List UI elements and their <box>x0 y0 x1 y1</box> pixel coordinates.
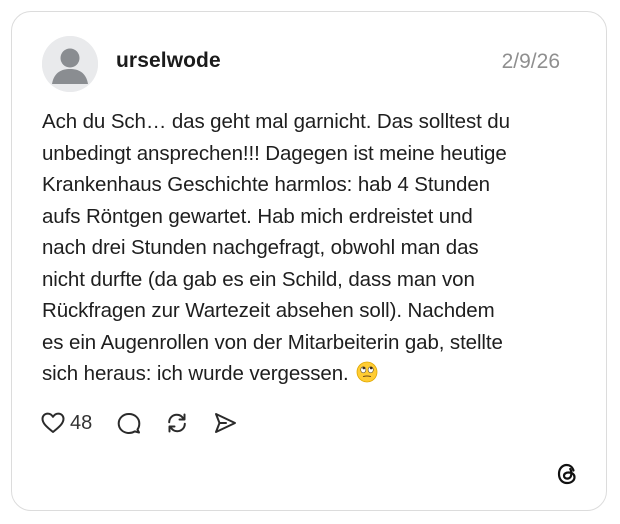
avatar[interactable] <box>42 36 98 92</box>
post-card: urselwode 2/9/26 Ach du Sch… das geht ma… <box>11 11 607 511</box>
heart-icon <box>40 410 66 436</box>
post-date: 2/9/26 <box>501 50 560 73</box>
post-text: Ach du Sch… das geht mal garnicht. Das s… <box>42 106 590 393</box>
username[interactable]: urselwode <box>116 49 221 73</box>
share-button[interactable] <box>212 410 238 436</box>
like-button[interactable]: 48 <box>40 410 92 436</box>
face-with-rolling-eyes-icon <box>356 361 378 393</box>
send-icon <box>212 410 238 436</box>
threads-logo-icon <box>553 460 581 488</box>
reply-button[interactable] <box>116 410 142 436</box>
like-count: 48 <box>70 411 93 434</box>
repost-button[interactable] <box>164 410 190 436</box>
post-text-content: Ach du Sch… das geht mal garnicht. Das s… <box>42 110 510 385</box>
action-bar: 48 <box>40 408 238 438</box>
repost-icon <box>164 410 190 436</box>
comment-icon <box>116 410 142 436</box>
default-avatar-icon <box>42 36 98 92</box>
